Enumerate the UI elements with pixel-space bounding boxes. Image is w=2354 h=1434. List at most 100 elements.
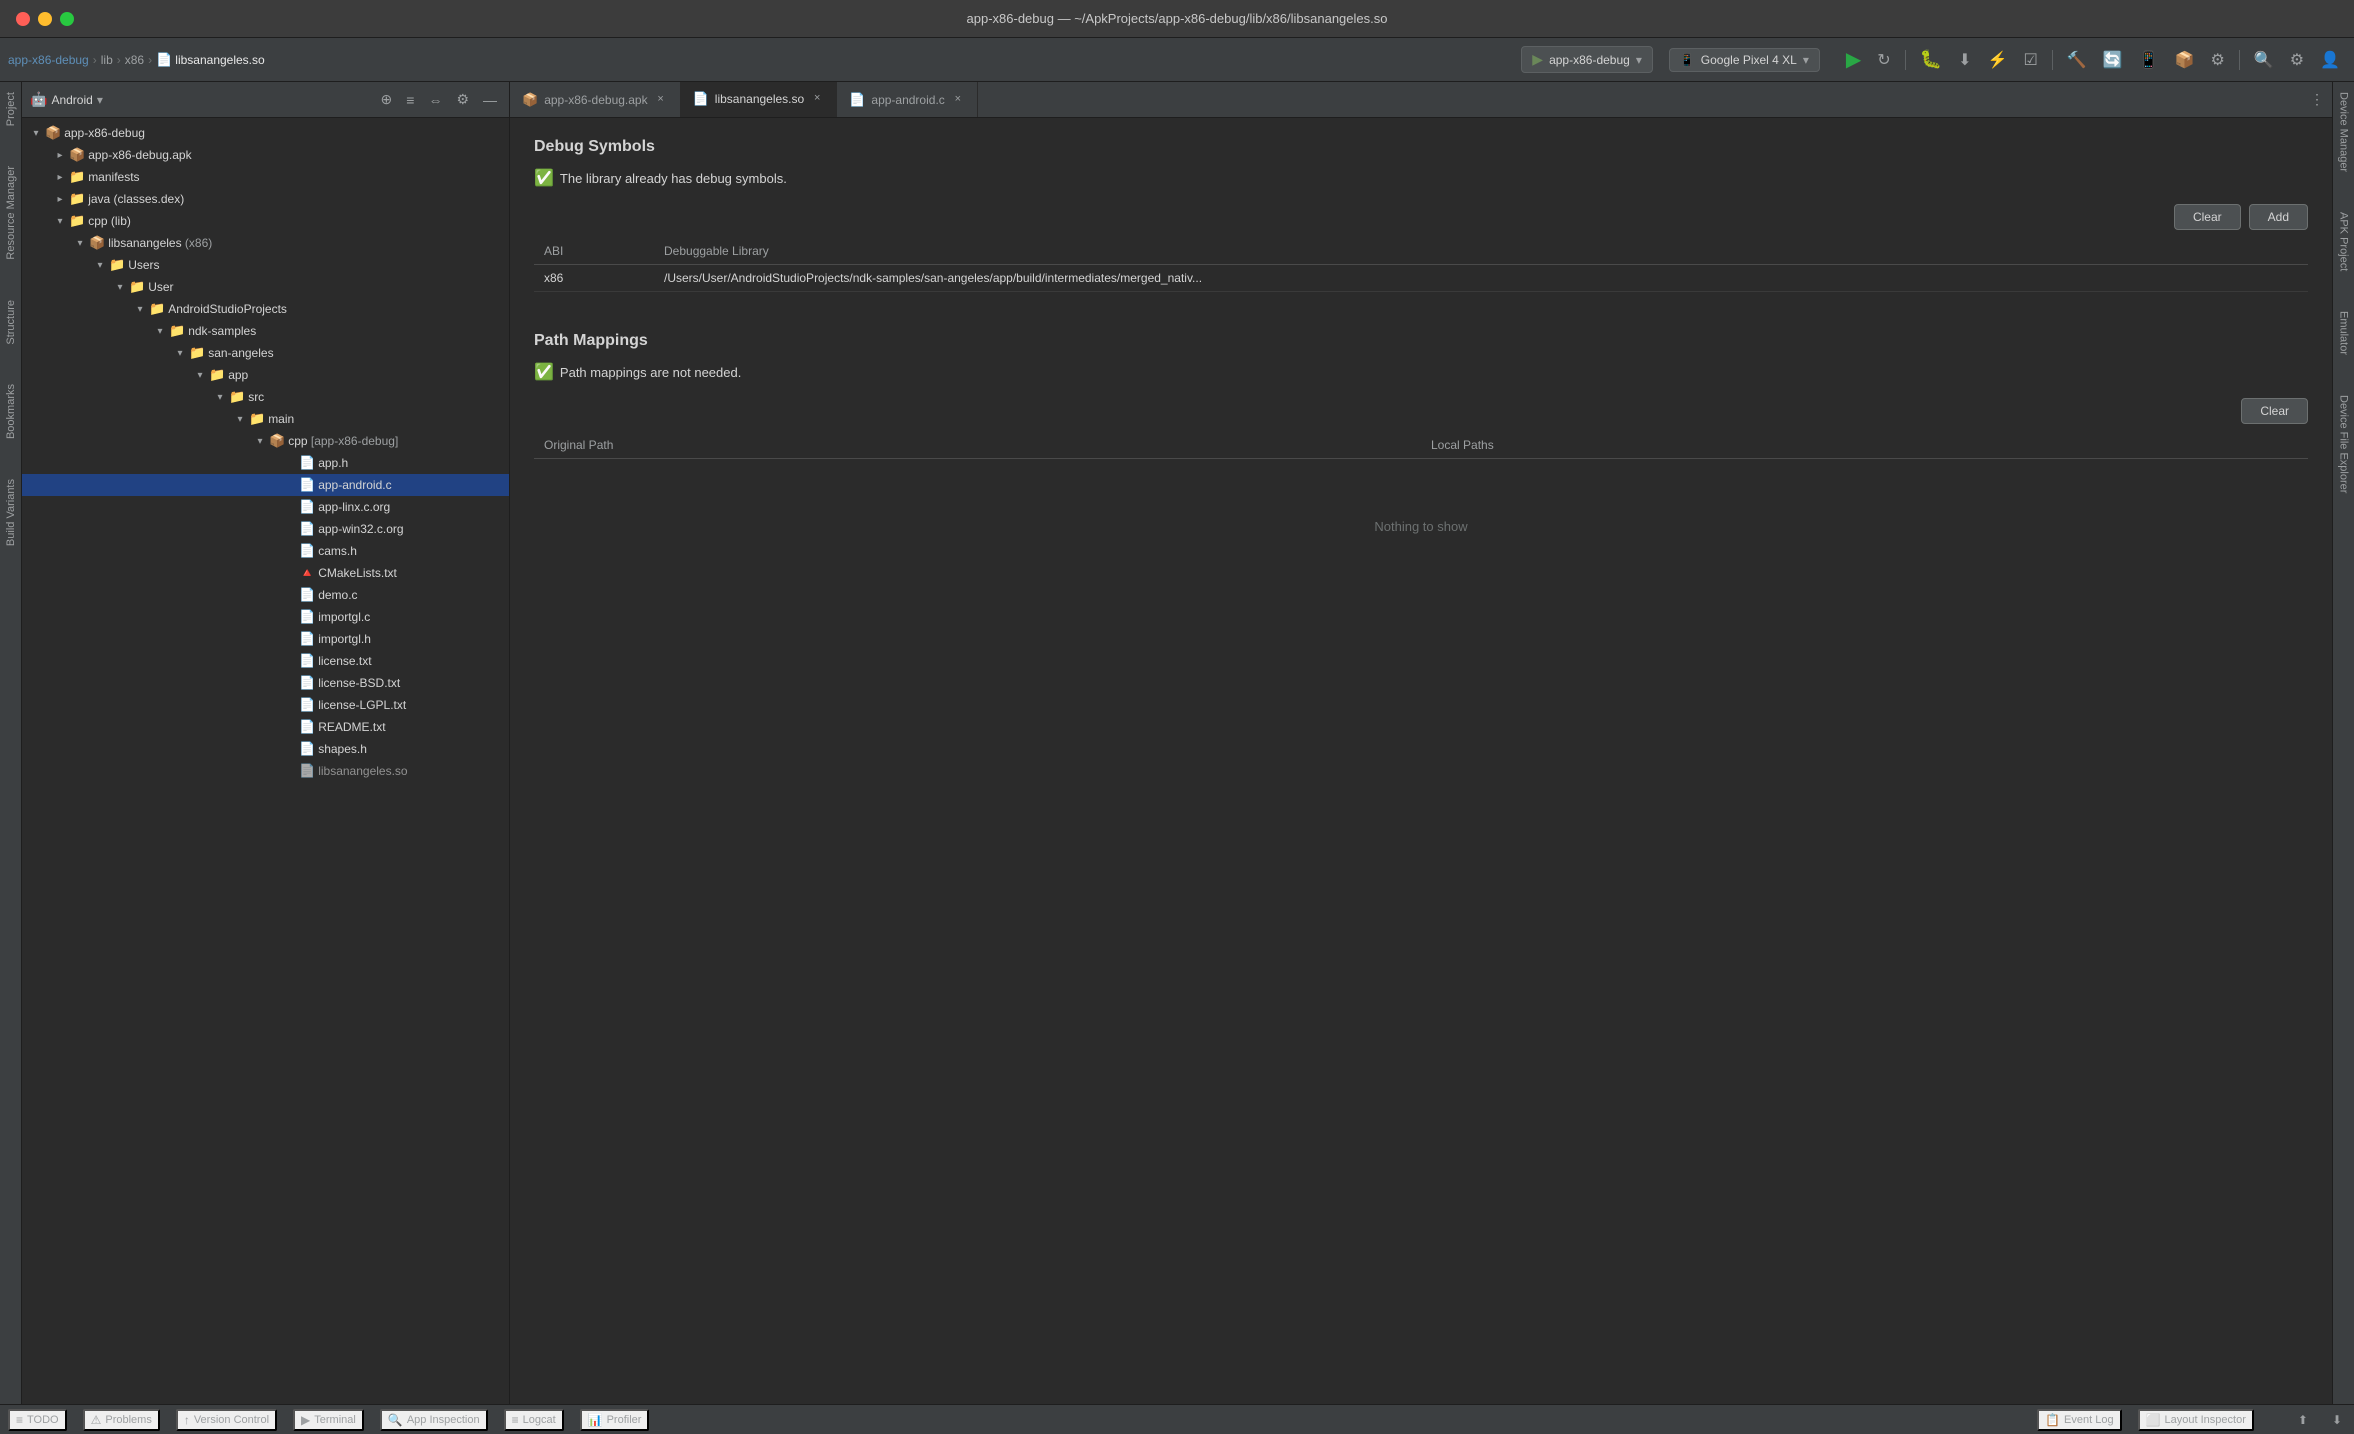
tree-item-apk[interactable]: ▸ 📦 app-x86-debug.apk xyxy=(22,144,509,166)
apk-project-tab[interactable]: APK Project xyxy=(2335,202,2353,281)
tree-item-san[interactable]: ▾ 📁 san-angeles xyxy=(22,342,509,364)
tree-item-licensebsd[interactable]: ▸ 📄 license-BSD.txt xyxy=(22,672,509,694)
path-clear-button[interactable]: Clear xyxy=(2241,398,2308,424)
account-button[interactable]: 👤 xyxy=(2314,46,2346,74)
debug-button[interactable]: 🐛 xyxy=(1914,45,1948,74)
device-selector[interactable]: 📱 Google Pixel 4 XL ▾ xyxy=(1669,48,1820,72)
rerun-button[interactable]: ↻ xyxy=(1871,46,1896,74)
path-mappings-status: ✅ Path mappings are not needed. xyxy=(534,362,2308,382)
profile-button[interactable]: ⚡ xyxy=(1982,46,2014,74)
android-dropdown[interactable]: 🤖 Android ▾ xyxy=(30,91,103,108)
debug-clear-button[interactable]: Clear xyxy=(2174,204,2241,230)
search-button[interactable]: 🔍 xyxy=(2248,46,2280,74)
minimize-button[interactable] xyxy=(38,12,52,26)
tree-item-libso[interactable]: ▸ 📄 libsanangeles.so xyxy=(22,760,509,782)
resource-manager-tab[interactable]: Resource Manager xyxy=(2,156,20,270)
debug-add-button[interactable]: Add xyxy=(2249,204,2308,230)
tree-item-shapesh[interactable]: ▸ 📄 shapes.h xyxy=(22,738,509,760)
terminal-tab[interactable]: ▶ Terminal xyxy=(293,1409,364,1431)
tree-item-democ[interactable]: ▸ 📄 demo.c xyxy=(22,584,509,606)
collapse-all-button[interactable]: ≡ xyxy=(402,90,418,110)
tree-item-libsan[interactable]: ▾ 📦 libsanangeles (x86) xyxy=(22,232,509,254)
coverage-button[interactable]: ☑ xyxy=(2017,46,2043,74)
todo-tab[interactable]: ≡ TODO xyxy=(8,1409,67,1431)
sdk-button[interactable]: 📦 xyxy=(2169,46,2201,74)
device-manager-tab[interactable]: Device Manager xyxy=(2335,82,2353,182)
avd-button[interactable]: 📱 xyxy=(2133,46,2165,74)
run-button[interactable]: ▶ xyxy=(1840,43,1867,76)
terminal-label: Terminal xyxy=(314,1414,356,1426)
tree-item-importglc[interactable]: ▸ 📄 importgl.c xyxy=(22,606,509,628)
tree-item-readme[interactable]: ▸ 📄 README.txt xyxy=(22,716,509,738)
tree-item-src[interactable]: ▾ 📁 src xyxy=(22,386,509,408)
problems-icon: ⚠ xyxy=(91,1413,102,1427)
breadcrumb-x86[interactable]: x86 xyxy=(125,53,144,67)
maximize-button[interactable] xyxy=(60,12,74,26)
sidebar-close-button[interactable]: — xyxy=(479,90,501,110)
settings-button[interactable]: ⚙ xyxy=(2204,46,2230,74)
tree-item-main[interactable]: ▾ 📁 main xyxy=(22,408,509,430)
problems-tab[interactable]: ⚠ Problems xyxy=(83,1409,160,1431)
app-selector[interactable]: ▶ app-x86-debug ▾ xyxy=(1521,46,1653,73)
bottom-expand-button[interactable]: ⬆ xyxy=(2294,1411,2312,1429)
locate-button[interactable]: ⊕ xyxy=(377,89,397,110)
tree-item-apph[interactable]: ▸ 📄 app.h xyxy=(22,452,509,474)
tab-so[interactable]: 📄 libsanangeles.so × xyxy=(681,82,838,117)
tree-item-asp[interactable]: ▾ 📁 AndroidStudioProjects xyxy=(22,298,509,320)
path-mappings-table: Original Path Local Paths Nothing to sho… xyxy=(534,432,2308,594)
breadcrumb-app[interactable]: app-x86-debug xyxy=(8,53,89,67)
event-log-tab[interactable]: 📋 Event Log xyxy=(2037,1409,2122,1431)
tree-item-applinx[interactable]: ▸ 📄 app-linx.c.org xyxy=(22,496,509,518)
tab-c-close[interactable]: × xyxy=(951,93,965,107)
linx-icon: 📄 xyxy=(299,499,315,515)
tree-item-manifests[interactable]: ▸ 📁 manifests xyxy=(22,166,509,188)
android-dropdown-arrow: ▾ xyxy=(97,93,103,107)
tree-item-importglh[interactable]: ▸ 📄 importgl.h xyxy=(22,628,509,650)
profiler-tab[interactable]: 📊 Profiler xyxy=(580,1409,650,1431)
bottom-restore-button[interactable]: ⬇ xyxy=(2328,1411,2346,1429)
app-inspection-tab[interactable]: 🔍 App Inspection xyxy=(380,1409,488,1431)
tree-item-app-folder[interactable]: ▾ 📁 app xyxy=(22,364,509,386)
version-control-tab[interactable]: ↑ Version Control xyxy=(176,1409,277,1431)
sync-button[interactable]: 🔄 xyxy=(2097,46,2129,74)
breadcrumb-lib[interactable]: lib xyxy=(101,53,113,67)
tree-item-users[interactable]: ▾ 📁 Users xyxy=(22,254,509,276)
build-button[interactable]: 🔨 xyxy=(2061,46,2093,74)
tab-c[interactable]: 📄 app-android.c × xyxy=(837,82,978,117)
structure-tab[interactable]: Structure xyxy=(2,290,20,355)
tab-apk[interactable]: 📦 app-x86-debug.apk × xyxy=(510,82,681,117)
tree-item-app-module[interactable]: ▾ 📦 app-x86-debug xyxy=(22,122,509,144)
vc-icon: ↑ xyxy=(184,1413,190,1427)
sidebar-settings-button[interactable]: ⚙ xyxy=(452,89,473,110)
tree-item-java[interactable]: ▸ 📁 java (classes.dex) xyxy=(22,188,509,210)
tree-item-appwin32[interactable]: ▸ 📄 app-win32.c.org xyxy=(22,518,509,540)
attach-button[interactable]: ⬇ xyxy=(1952,46,1977,74)
logcat-tab[interactable]: ≡ Logcat xyxy=(504,1409,564,1431)
tree-item-appandroidc[interactable]: ▸ 📄 app-android.c xyxy=(22,474,509,496)
breadcrumb: app-x86-debug › lib › x86 › 📄 libsanange… xyxy=(8,52,265,68)
tree-item-user[interactable]: ▾ 📁 User xyxy=(22,276,509,298)
path-mappings-section: Path Mappings ✅ Path mappings are not ne… xyxy=(534,332,2308,594)
tree-item-licenselgpl[interactable]: ▸ 📄 license-LGPL.txt xyxy=(22,694,509,716)
emulator-tab[interactable]: Emulator xyxy=(2335,301,2353,365)
tab-apk-close[interactable]: × xyxy=(654,93,668,107)
path-status-message: Path mappings are not needed. xyxy=(560,365,741,380)
project-panel-tab[interactable]: Project xyxy=(2,82,20,136)
bookmarks-tab[interactable]: Bookmarks xyxy=(2,374,20,449)
tree-item-ndk[interactable]: ▾ 📁 ndk-samples xyxy=(22,320,509,342)
tree-item-cpp-module[interactable]: ▾ 📦 cpp [app-x86-debug] xyxy=(22,430,509,452)
build-variants-tab[interactable]: Build Variants xyxy=(2,469,20,556)
tab-so-close[interactable]: × xyxy=(810,92,824,106)
phone-icon: 📱 xyxy=(1680,53,1695,67)
tree-item-camsh[interactable]: ▸ 📄 cams.h xyxy=(22,540,509,562)
tree-item-cpp[interactable]: ▾ 📁 cpp (lib) xyxy=(22,210,509,232)
src-folder-icon: 📁 xyxy=(229,389,245,405)
horizontal-scroll-button[interactable]: ⇔ xyxy=(424,90,446,110)
tabs-overflow-button[interactable]: ⋮ xyxy=(2302,91,2332,108)
tree-item-cmake[interactable]: ▸ 🔺 CMakeLists.txt xyxy=(22,562,509,584)
tree-item-license[interactable]: ▸ 📄 license.txt xyxy=(22,650,509,672)
settings2-button[interactable]: ⚙ xyxy=(2284,46,2310,74)
close-button[interactable] xyxy=(16,12,30,26)
layout-inspector-tab[interactable]: ⬜ Layout Inspector xyxy=(2138,1409,2254,1431)
device-file-explorer-tab[interactable]: Device File Explorer xyxy=(2335,385,2353,503)
